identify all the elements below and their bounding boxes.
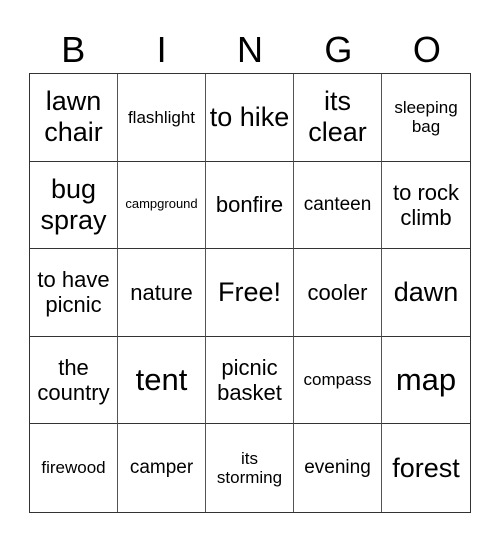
bingo-cell[interactable]: the country [30, 336, 118, 425]
bingo-cell[interactable]: cooler [294, 249, 382, 337]
bingo-cell[interactable]: forest [382, 424, 470, 512]
bingo-cell[interactable]: bug spray [30, 161, 118, 250]
bingo-cell[interactable]: picnic basket [206, 336, 294, 425]
header-letter-n: N [237, 29, 264, 70]
header-letter-o: O [412, 29, 441, 70]
bingo-cell[interactable]: compass [294, 336, 382, 425]
bingo-cell[interactable]: to have picnic [30, 249, 118, 337]
bingo-cell[interactable]: flashlight [118, 74, 206, 162]
bingo-cell[interactable]: lawn chair [30, 74, 118, 162]
bingo-header: B I N G O [29, 26, 471, 74]
bingo-cell[interactable]: campground [118, 161, 206, 250]
bingo-cell[interactable]: its storming [206, 424, 294, 512]
bingo-cell[interactable]: evening [294, 424, 382, 512]
bingo-cell[interactable]: canteen [294, 161, 382, 250]
bingo-cell[interactable]: to rock climb [382, 162, 470, 250]
bingo-cell[interactable]: sleeping bag [382, 74, 470, 162]
free-space: Free! [206, 249, 294, 337]
header-letter-g: G [324, 29, 353, 70]
bingo-cell[interactable]: to hike [206, 74, 294, 162]
bingo-cell[interactable]: bonfire [206, 161, 294, 250]
bingo-cell[interactable]: its clear [294, 74, 382, 162]
bingo-cell[interactable]: map [382, 337, 470, 425]
bingo-grid: lawn chair flashlight to hike its clear … [29, 73, 471, 513]
bingo-cell[interactable]: nature [118, 249, 206, 337]
header-letter-b: B [61, 29, 86, 70]
bingo-cell[interactable]: dawn [382, 249, 470, 337]
bingo-cell[interactable]: camper [118, 424, 206, 512]
bingo-cell[interactable]: tent [118, 336, 206, 425]
header-letter-i: I [156, 29, 167, 70]
bingo-cell[interactable]: firewood [30, 424, 118, 512]
